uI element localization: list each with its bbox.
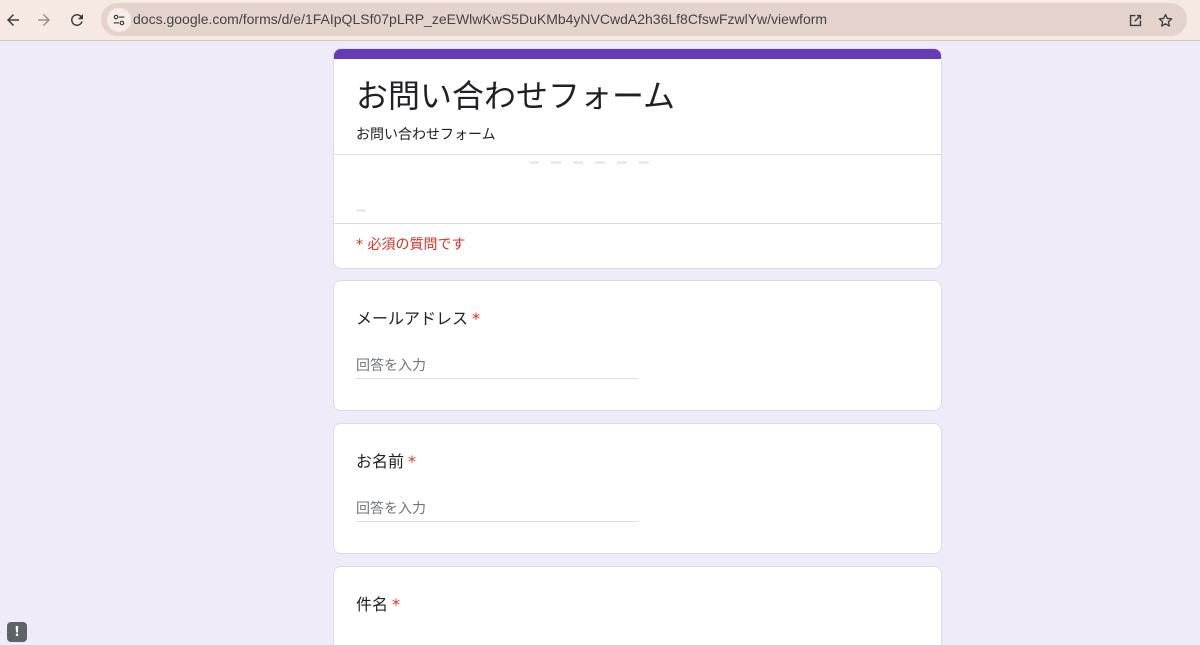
header-divider — [334, 154, 941, 155]
reload-button[interactable] — [63, 6, 91, 34]
form-description: お問い合わせフォーム — [356, 127, 496, 143]
question-card-email: メールアドレス * — [333, 280, 942, 411]
question-label: 件名 — [356, 595, 389, 614]
bookmark-button[interactable] — [1155, 10, 1175, 30]
name-answer-input[interactable] — [356, 496, 638, 522]
star-icon — [1158, 13, 1172, 27]
address-bar[interactable]: docs.google.com/forms/d/e/1FAIpQLSf07pLR… — [101, 3, 1187, 36]
question-title: 件名 * — [356, 591, 400, 615]
required-note: * 必須の質問です — [356, 237, 466, 253]
header-accent-bar — [334, 49, 941, 59]
required-asterisk: * — [392, 595, 401, 614]
question-label: お名前 — [356, 452, 405, 471]
url-text[interactable]: docs.google.com/forms/d/e/1FAIpQLSf07pLR… — [133, 11, 827, 27]
share-icon — [1129, 14, 1141, 26]
account-info-placeholder — [529, 161, 649, 164]
required-asterisk: * — [472, 309, 481, 328]
forward-icon — [38, 14, 50, 26]
question-card-subject: 件名 * — [333, 566, 942, 645]
report-button[interactable]: ! — [7, 622, 27, 642]
browser-toolbar: docs.google.com/forms/d/e/1FAIpQLSf07pLR… — [0, 0, 1200, 41]
share-button[interactable] — [1125, 10, 1145, 30]
report-icon: ! — [14, 624, 20, 640]
question-card-name: お名前 * — [333, 423, 942, 554]
reload-icon — [70, 13, 83, 26]
site-info-icon — [113, 14, 125, 26]
forward-button[interactable] — [30, 6, 58, 34]
account-info-placeholder-small — [356, 209, 366, 212]
email-answer-input[interactable] — [356, 353, 638, 379]
site-info-button[interactable] — [107, 8, 131, 32]
header-divider-bottom — [334, 223, 941, 224]
required-asterisk: * — [408, 452, 417, 471]
form-title: お問い合わせフォーム — [356, 77, 676, 115]
form-header-card: お問い合わせフォーム お問い合わせフォーム * 必須の質問です — [333, 48, 942, 269]
question-label: メールアドレス — [356, 309, 469, 328]
question-title: メールアドレス * — [356, 305, 480, 329]
back-icon — [7, 14, 19, 26]
question-title: お名前 * — [356, 448, 416, 472]
back-button[interactable] — [0, 6, 27, 34]
